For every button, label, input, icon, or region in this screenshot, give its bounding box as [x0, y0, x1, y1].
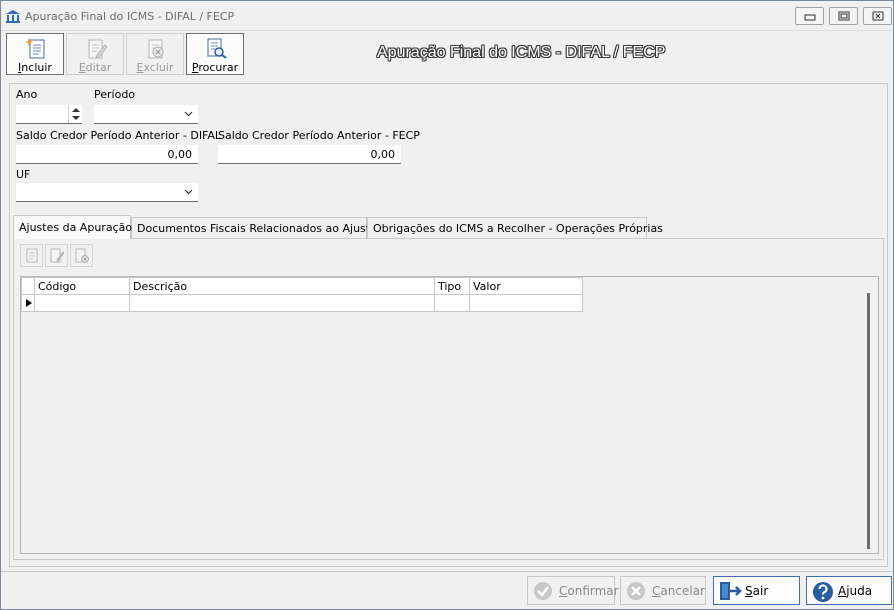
cancelar-button[interactable]: Cancelar	[620, 576, 706, 605]
delete-row-icon	[75, 248, 89, 263]
cell-descricao[interactable]	[129, 294, 435, 312]
exit-door-icon	[720, 582, 742, 600]
ajuda-button[interactable]: Ajuda	[806, 576, 892, 605]
saldo-fecp-label: Saldo Credor Período Anterior - FECP	[218, 129, 420, 142]
ano-field[interactable]	[16, 105, 82, 124]
table-row[interactable]	[21, 294, 583, 312]
tab-page-ajustes: Código Descrição Tipo Valor	[13, 238, 884, 560]
minimize-icon	[804, 14, 816, 21]
bottom-divider	[1, 571, 893, 573]
tab-obrigacoes-label: Obrigações do ICMS a Recolher - Operaçõe…	[373, 222, 663, 235]
delete-document-icon	[148, 39, 164, 59]
edit-document-icon	[88, 39, 107, 59]
tab-ajustes[interactable]: Ajustes da Apuração	[13, 215, 133, 239]
cancelar-label: Cancelar	[652, 584, 705, 598]
sair-button[interactable]: Sair	[713, 576, 800, 605]
minimize-button[interactable]	[795, 7, 824, 25]
tab-obrigacoes[interactable]: Obrigações do ICMS a Recolher - Operaçõe…	[367, 217, 663, 239]
spin-up-icon[interactable]	[72, 108, 80, 112]
title-bar: Apuração Final do ICMS - DIFAL / FECP	[1, 1, 893, 31]
close-button[interactable]	[863, 7, 892, 25]
saldo-difal-value: 0,00	[167, 148, 193, 161]
cell-valor[interactable]	[469, 294, 583, 312]
cancel-circle-icon	[627, 582, 645, 600]
ano-label: Ano	[16, 88, 38, 101]
saldo-fecp-value: 0,00	[370, 148, 396, 161]
row-indicator-header	[21, 277, 35, 295]
new-document-icon	[25, 38, 45, 59]
editar-label: Editar	[78, 61, 112, 74]
form-title: Apuração Final do ICMS - DIFAL / FECP	[377, 44, 666, 61]
cell-tipo[interactable]	[434, 294, 470, 312]
incluir-button[interactable]: Incluir	[6, 33, 64, 75]
bank-icon	[6, 10, 20, 23]
edit-row-icon	[50, 248, 64, 263]
grid-add-button[interactable]	[20, 244, 43, 267]
search-document-icon	[207, 38, 227, 59]
tab-documentos-label: Documentos Fiscais Relacionados ao Ajust…	[137, 222, 377, 235]
excluir-button[interactable]: Excluir	[126, 33, 184, 75]
main-window: Apuração Final do ICMS - DIFAL / FECP In…	[0, 0, 894, 610]
sair-label: Sair	[745, 584, 769, 598]
grid-delete-button[interactable]	[70, 244, 93, 267]
saldo-difal-field[interactable]: 0,00	[16, 145, 198, 164]
spin-down-icon[interactable]	[72, 116, 80, 120]
confirmar-label: Confirmar	[559, 584, 619, 598]
ajustes-grid[interactable]: Código Descrição Tipo Valor	[20, 276, 879, 554]
procurar-button[interactable]: Procurar	[186, 33, 244, 75]
window-title: Apuração Final do ICMS - DIFAL / FECP	[25, 10, 235, 23]
chevron-down-icon	[184, 189, 193, 195]
help-icon	[813, 582, 833, 602]
table-header-row: Código Descrição Tipo Valor	[21, 277, 583, 295]
periodo-label: Período	[94, 88, 136, 101]
check-circle-icon	[534, 582, 552, 600]
grid-edit-button[interactable]	[45, 244, 68, 267]
cell-codigo[interactable]	[34, 294, 130, 312]
tab-documentos[interactable]: Documentos Fiscais Relacionados ao Ajust…	[131, 217, 377, 239]
vertical-scrollbar[interactable]	[867, 293, 870, 549]
row-indicator	[21, 294, 35, 312]
ajuda-label: Ajuda	[838, 584, 873, 598]
uf-label: UF	[16, 168, 31, 181]
ajustes-table: Código Descrição Tipo Valor	[21, 277, 583, 312]
editar-button[interactable]: Editar	[66, 33, 124, 75]
saldo-fecp-field[interactable]: 0,00	[218, 145, 401, 164]
saldo-difal-label: Saldo Credor Período Anterior - DIFAL	[16, 129, 222, 142]
maximize-button[interactable]	[829, 7, 858, 25]
maximize-icon	[838, 11, 850, 21]
current-row-arrow-icon	[26, 299, 32, 307]
confirmar-button[interactable]: Confirmar	[527, 576, 619, 605]
col-descricao[interactable]: Descrição	[129, 277, 435, 295]
close-icon	[872, 11, 884, 21]
col-codigo[interactable]: Código	[34, 277, 130, 295]
incluir-label: Incluir	[18, 61, 52, 74]
col-tipo[interactable]: Tipo	[434, 277, 470, 295]
col-valor[interactable]: Valor	[469, 277, 583, 295]
procurar-label: Procurar	[191, 61, 239, 74]
new-row-icon	[26, 248, 38, 263]
ano-spinner[interactable]	[68, 105, 82, 123]
tab-ajustes-label: Ajustes da Apuração	[19, 221, 133, 234]
chevron-down-icon	[184, 111, 193, 117]
excluir-label: Excluir	[136, 61, 174, 74]
periodo-select[interactable]	[94, 105, 198, 124]
uf-select[interactable]	[16, 183, 198, 202]
